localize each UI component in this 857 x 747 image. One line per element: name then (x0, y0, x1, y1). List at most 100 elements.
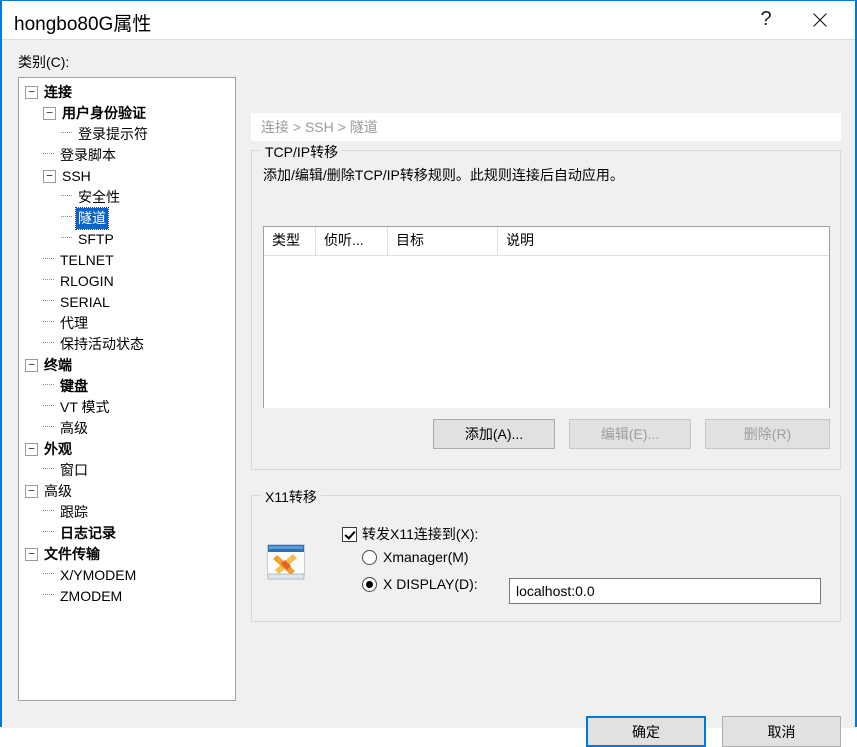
sidebar-item-label: 窗口 (60, 462, 88, 478)
edit-rule-button: 编辑(E)... (569, 419, 691, 449)
sidebar-item-label: X/YMODEM (60, 567, 137, 583)
sidebar-item-label: 终端 (44, 357, 72, 373)
title-bar: hongbo80G属性 ? (2, 1, 855, 40)
sidebar-item-24[interactable]: ZMODEM (19, 586, 235, 607)
sidebar-item-7[interactable]: SFTP (19, 229, 235, 250)
collapse-icon[interactable]: − (43, 106, 56, 120)
tree-connector-icon (43, 405, 54, 407)
tree-connector-icon (61, 237, 72, 239)
collapse-icon[interactable]: − (25, 442, 38, 456)
ok-button[interactable]: 确定 (586, 716, 706, 747)
sidebar-item-1[interactable]: − 用户身份验证 (19, 103, 235, 124)
sidebar-item-label: TELNET (60, 252, 114, 268)
tree-connector-icon (43, 258, 54, 260)
list-body[interactable] (264, 256, 829, 408)
forward-x11-checkbox-row[interactable]: 转发X11连接到(X): (342, 524, 478, 544)
sidebar-item-18[interactable]: 窗口 (19, 460, 235, 481)
column-header-0[interactable]: 类型 (264, 227, 316, 255)
x-display-input[interactable] (509, 578, 821, 604)
tree-connector-icon (43, 594, 54, 596)
xdisplay-label: X DISPLAY(D): (383, 576, 478, 592)
sidebar-item-label: 日志记录 (60, 525, 116, 541)
sidebar-item-label: 登录脚本 (60, 147, 116, 163)
tree-connector-icon (43, 573, 54, 575)
dialog-body: 类别(C): − 连接 − 用户身份验证 登录提示符 登录脚本 − SSH 安全性 隧道 SFTP T… (2, 40, 855, 747)
category-label: 类别(C): (18, 54, 70, 70)
sidebar-item-19[interactable]: − 高级 (19, 481, 235, 502)
sidebar-item-2[interactable]: 登录提示符 (19, 124, 235, 145)
add-rule-button[interactable]: 添加(A)... (433, 419, 555, 449)
xmanager-icon (263, 538, 311, 586)
sidebar-item-6[interactable]: 隧道 (19, 207, 235, 230)
tree-connector-icon (43, 468, 54, 470)
sidebar-item-23[interactable]: X/YMODEM (19, 565, 235, 586)
sidebar-item-11[interactable]: 代理 (19, 313, 235, 334)
tree-connector-icon (43, 510, 54, 512)
cancel-button[interactable]: 取消 (722, 716, 841, 747)
tree-connector-icon (43, 279, 54, 281)
sidebar-item-3[interactable]: 登录脚本 (19, 145, 235, 166)
collapse-icon[interactable]: − (25, 85, 38, 99)
sidebar-item-21[interactable]: 日志记录 (19, 523, 235, 544)
forward-x11-checkbox[interactable] (342, 526, 357, 542)
sidebar-item-label: SSH (62, 168, 91, 184)
sidebar-item-label: 跟踪 (60, 504, 88, 520)
sidebar-item-15[interactable]: VT 模式 (19, 397, 235, 418)
sidebar-item-label: 键盘 (60, 378, 88, 394)
tree-connector-icon (43, 153, 54, 155)
tree-connector-icon (43, 531, 54, 533)
sidebar-item-13[interactable]: − 终端 (19, 355, 235, 376)
tcpip-description: 添加/编辑/删除TCP/IP转移规则。此规则连接后自动应用。 (263, 167, 624, 183)
collapse-icon[interactable]: − (25, 547, 38, 561)
close-button[interactable] (797, 1, 843, 38)
column-header-1[interactable]: 侦听... (316, 227, 388, 255)
tcpip-group-title: TCP/IP转移 (261, 142, 343, 162)
sidebar-item-label: 隧道 (75, 207, 109, 230)
sidebar-item-5[interactable]: 安全性 (19, 187, 235, 208)
sidebar-item-label: 高级 (44, 483, 72, 499)
sidebar-item-label: RLOGIN (60, 273, 114, 289)
window-title: hongbo80G属性 (14, 14, 152, 35)
sidebar-item-20[interactable]: 跟踪 (19, 502, 235, 523)
delete-rule-button: 删除(R) (705, 419, 830, 449)
xdisplay-radio-row[interactable]: X DISPLAY(D): (362, 576, 478, 592)
xmanager-radio-row[interactable]: Xmanager(M) (362, 549, 469, 565)
help-button[interactable]: ? (743, 1, 789, 38)
xdisplay-radio[interactable] (362, 576, 377, 592)
column-header-3[interactable]: 说明 (498, 227, 829, 255)
sidebar-item-label: 用户身份验证 (62, 105, 146, 121)
column-header-2[interactable]: 目标 (388, 227, 498, 255)
collapse-icon[interactable]: − (25, 358, 38, 372)
sidebar-item-4[interactable]: − SSH (19, 166, 235, 187)
sidebar-item-label: 高级 (60, 420, 88, 436)
xmanager-label: Xmanager(M) (383, 549, 469, 565)
sidebar-item-label: 连接 (44, 84, 72, 100)
sidebar-item-8[interactable]: TELNET (19, 250, 235, 271)
sidebar-item-22[interactable]: − 文件传输 (19, 544, 235, 565)
sidebar-item-12[interactable]: 保持活动状态 (19, 334, 235, 355)
tree-connector-icon (61, 216, 72, 218)
sidebar-item-label: 登录提示符 (78, 126, 148, 142)
tree-connector-icon (43, 426, 54, 428)
sidebar-item-label: 外观 (44, 441, 72, 457)
tcpip-forwarding-group: TCP/IP转移 添加/编辑/删除TCP/IP转移规则。此规则连接后自动应用。 … (251, 142, 841, 470)
forward-x11-label: 转发X11连接到(X): (362, 526, 479, 542)
rule-buttons: 添加(A)... 编辑(E)... 删除(R) (263, 419, 830, 449)
sidebar-item-0[interactable]: − 连接 (19, 82, 235, 103)
sidebar-item-10[interactable]: SERIAL (19, 292, 235, 313)
sidebar-item-9[interactable]: RLOGIN (19, 271, 235, 292)
collapse-icon[interactable]: − (43, 169, 56, 183)
category-tree[interactable]: − 连接 − 用户身份验证 登录提示符 登录脚本 − SSH 安全性 隧道 SFTP TELNET RL… (18, 77, 236, 701)
tree-connector-icon (43, 384, 54, 386)
sidebar-item-14[interactable]: 键盘 (19, 376, 235, 397)
tree-connector-icon (61, 132, 72, 134)
tree-connector-icon (43, 342, 54, 344)
question-mark-icon: ? (760, 8, 772, 30)
list-header: 类型 侦听... 目标 说明 (264, 227, 829, 256)
xmanager-radio[interactable] (362, 549, 377, 565)
collapse-icon[interactable]: − (25, 484, 38, 498)
sidebar-item-17[interactable]: − 外观 (19, 439, 235, 460)
forwarding-rules-list[interactable]: 类型 侦听... 目标 说明 (263, 226, 830, 408)
tree-connector-icon (43, 300, 54, 302)
sidebar-item-16[interactable]: 高级 (19, 418, 235, 439)
